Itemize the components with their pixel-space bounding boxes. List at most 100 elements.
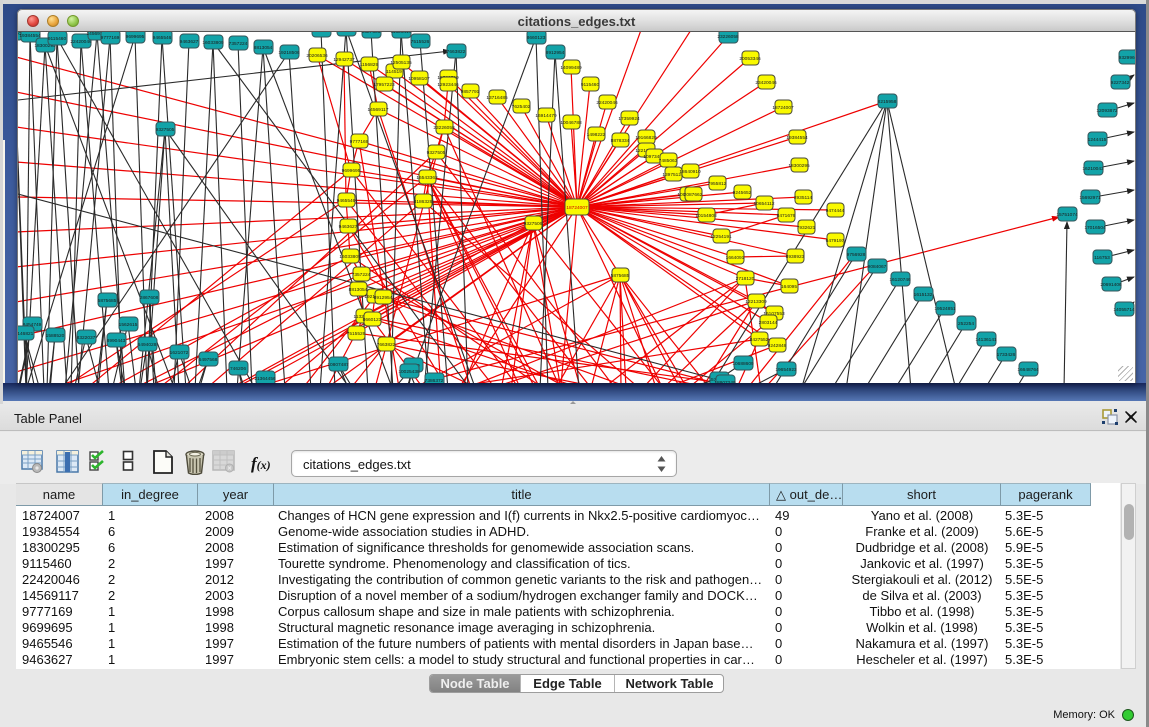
svg-text:1733426: 1733426	[997, 352, 1016, 358]
svg-text:18724007: 18724007	[566, 205, 588, 211]
svg-text:12093872: 12093872	[1096, 108, 1118, 114]
svg-text:8215958: 8215958	[878, 99, 897, 105]
svg-text:114519: 114519	[386, 69, 402, 75]
svg-text:8990443: 8990443	[107, 338, 126, 344]
svg-text:14099489: 14099489	[560, 65, 582, 71]
svg-text:18724007: 18724007	[772, 105, 794, 111]
svg-text:16210043: 16210043	[1082, 166, 1104, 172]
svg-text:9463627: 9463627	[339, 224, 358, 230]
svg-text:12942737: 12942737	[333, 57, 355, 63]
svg-text:9777169: 9777169	[101, 35, 120, 41]
svg-text:9463627: 9463627	[180, 39, 199, 45]
svg-text:8660123: 8660123	[363, 317, 382, 323]
svg-text:9465546: 9465546	[337, 198, 356, 204]
svg-text:2087662: 2087662	[684, 192, 703, 198]
svg-text:10807487: 10807487	[327, 362, 349, 368]
svg-text:23420046: 23420046	[755, 80, 777, 86]
svg-text:16120746: 16120746	[889, 277, 911, 283]
svg-text:18640910: 18640910	[679, 169, 701, 175]
svg-text:9327505: 9327505	[156, 127, 175, 133]
svg-text:8938923: 8938923	[786, 254, 805, 260]
svg-text:8322037: 8322037	[77, 335, 96, 341]
svg-text:7625402: 7625402	[512, 104, 531, 110]
svg-text:1156829: 1156829	[360, 62, 379, 68]
svg-text:8878334: 8878334	[611, 138, 630, 144]
svg-text:12923446: 12923446	[437, 82, 459, 88]
svg-text:12505135: 12505135	[390, 60, 412, 66]
svg-text:17359924: 17359924	[618, 116, 640, 122]
svg-text:9327505: 9327505	[427, 150, 446, 156]
svg-text:7932621: 7932621	[797, 225, 816, 231]
svg-text:7515526: 7515526	[411, 39, 430, 45]
svg-text:20053346: 20053346	[739, 56, 761, 62]
svg-text:9084067: 9084067	[868, 264, 887, 270]
svg-text:7955812: 7955812	[708, 181, 727, 187]
svg-text:7515526: 7515526	[347, 331, 366, 337]
svg-text:7357224: 7357224	[229, 41, 248, 47]
svg-text:2803144: 2803144	[759, 320, 778, 326]
svg-text:10688609: 10688609	[732, 361, 754, 367]
svg-text:19218506: 19218506	[278, 50, 300, 56]
svg-text:7485063: 7485063	[659, 158, 678, 164]
svg-text:9327506: 9327506	[524, 221, 543, 227]
svg-text:18300295: 18300295	[788, 163, 810, 169]
svg-text:14136141: 14136141	[975, 337, 997, 343]
svg-text:10154808: 10154808	[695, 213, 717, 219]
svg-text:6497568: 6497568	[199, 357, 218, 363]
svg-text:17957223: 17957223	[373, 82, 395, 88]
svg-text:19166829: 19166829	[635, 135, 657, 141]
svg-text:20691406: 20691406	[1100, 282, 1122, 288]
svg-text:746206: 746206	[230, 366, 246, 372]
svg-text:19384554: 19384554	[786, 135, 808, 141]
svg-text:2935114: 2935114	[794, 195, 813, 201]
svg-text:1615132: 1615132	[914, 292, 933, 298]
svg-text:19654923: 19654923	[775, 367, 797, 373]
svg-text:15751074: 15751074	[1056, 212, 1078, 218]
svg-text:20206536: 20206536	[306, 53, 328, 59]
svg-text:5875685: 5875685	[98, 298, 117, 304]
svg-text:8813054: 8813054	[349, 287, 368, 293]
svg-text:9242848: 9242848	[768, 343, 787, 349]
svg-text:8186328: 8186328	[337, 32, 356, 33]
svg-text:9327506: 9327506	[362, 32, 381, 35]
svg-text:15692971: 15692971	[1079, 195, 1101, 201]
svg-text:12213309: 12213309	[745, 299, 767, 305]
svg-text:8427552: 8427552	[750, 337, 769, 343]
svg-text:8660123: 8660123	[527, 35, 546, 41]
svg-text:22420046: 22420046	[70, 39, 92, 45]
svg-text:12254191: 12254191	[710, 234, 732, 240]
svg-text:7663822: 7663822	[377, 342, 396, 348]
svg-text:14569117: 14569117	[368, 107, 389, 113]
svg-text:1588520: 1588520	[46, 333, 65, 339]
svg-text:21364456: 21364456	[254, 376, 276, 382]
svg-text:16033809: 16033809	[339, 254, 361, 260]
svg-text:8471676: 8471676	[777, 213, 796, 219]
svg-text:16543362: 16543362	[310, 32, 332, 34]
svg-text:9699695: 9699695	[342, 168, 361, 174]
svg-text:10046788: 10046788	[560, 120, 582, 126]
svg-text:1621072: 1621072	[170, 350, 189, 356]
svg-text:18807249: 18807249	[714, 380, 736, 383]
svg-text:16543362: 16543362	[416, 175, 438, 181]
svg-text:9245652: 9245652	[733, 190, 752, 196]
svg-text:5875685: 5875685	[611, 273, 630, 279]
svg-text:23226058: 23226058	[717, 34, 739, 40]
svg-text:9756928: 9756928	[847, 252, 866, 258]
svg-text:9699695: 9699695	[126, 34, 145, 40]
svg-text:6479197: 6479197	[826, 238, 845, 244]
svg-text:9115460: 9115460	[48, 36, 67, 42]
svg-text:11325419: 11325419	[391, 32, 412, 35]
svg-text:10958107: 10958107	[408, 76, 430, 82]
svg-text:2867608: 2867608	[140, 295, 159, 301]
svg-text:7663822: 7663822	[447, 49, 466, 55]
svg-text:16648764: 16648764	[1017, 367, 1039, 373]
svg-text:7357224: 7357224	[352, 272, 371, 278]
svg-text:1664091: 1664091	[726, 255, 745, 261]
svg-text:164095: 164095	[781, 284, 797, 290]
svg-text:9465546: 9465546	[153, 35, 172, 41]
svg-text:9329966: 9329966	[1119, 55, 1136, 61]
svg-text:17016504: 17016504	[1084, 225, 1106, 231]
svg-text:8912954: 8912954	[374, 295, 393, 301]
svg-text:252254: 252254	[958, 321, 974, 327]
svg-text:16914479: 16914479	[535, 113, 557, 119]
